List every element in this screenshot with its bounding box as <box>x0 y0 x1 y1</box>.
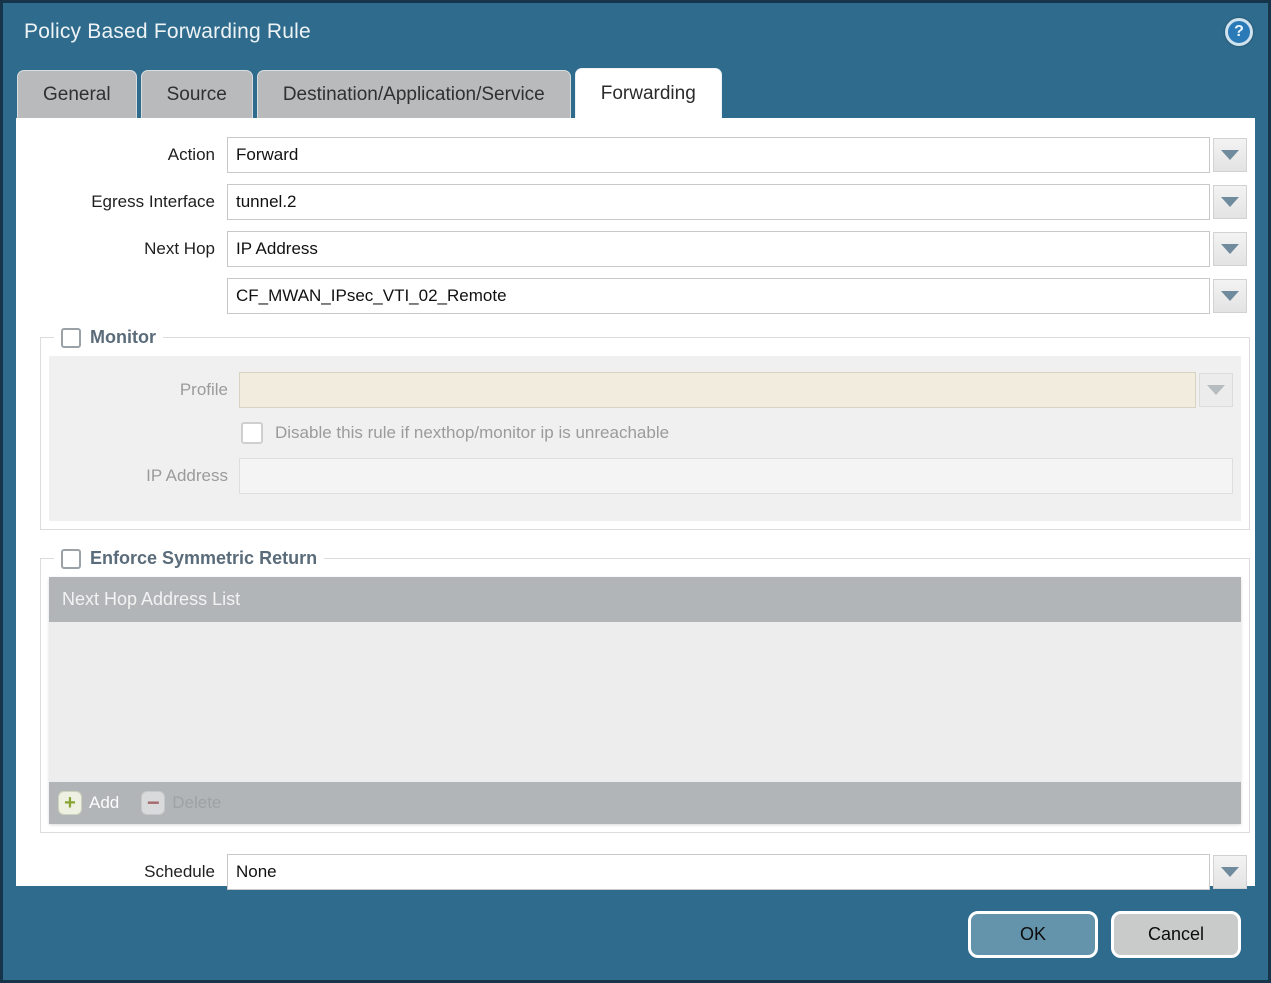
next-hop-address-list-header: Next Hop Address List <box>49 577 1241 622</box>
next-hop-address-select[interactable]: CF_MWAN_IPsec_VTI_02_Remote <box>227 278 1210 314</box>
monitor-ip-address-label: IP Address <box>49 466 239 486</box>
egress-interface-label: Egress Interface <box>16 192 227 212</box>
next-hop-address-dropdown-button[interactable] <box>1213 279 1247 313</box>
tab-destination-application-service[interactable]: Destination/Application/Service <box>257 70 571 118</box>
schedule-select[interactable]: None <box>227 854 1210 890</box>
ok-button[interactable]: OK <box>968 911 1098 958</box>
dialog-footer: OK Cancel <box>3 886 1268 958</box>
monitor-checkbox[interactable] <box>61 328 81 348</box>
next-hop-address-row: CF_MWAN_IPsec_VTI_02_Remote <box>16 278 1247 314</box>
dialog-titlebar: Policy Based Forwarding Rule ? <box>3 3 1268 68</box>
egress-interface-dropdown-button[interactable] <box>1213 185 1247 219</box>
schedule-label: Schedule <box>16 862 227 882</box>
help-icon[interactable]: ? <box>1225 18 1253 46</box>
egress-interface-row: Egress Interface tunnel.2 <box>16 184 1247 220</box>
enforce-symmetric-return-checkbox[interactable] <box>61 549 81 569</box>
enforce-symmetric-return-legend: Enforce Symmetric Return <box>54 548 324 569</box>
delete-button-label: Delete <box>172 793 221 813</box>
action-dropdown-button[interactable] <box>1213 138 1247 172</box>
tab-forwarding[interactable]: Forwarding <box>575 68 722 118</box>
minus-icon: − <box>141 791 165 815</box>
enforce-symmetric-return-section: Enforce Symmetric Return Next Hop Addres… <box>40 548 1250 833</box>
dialog-title: Policy Based Forwarding Rule <box>24 20 311 44</box>
monitor-ip-address-row: IP Address <box>49 458 1233 494</box>
tab-source[interactable]: Source <box>141 70 253 118</box>
action-select[interactable]: Forward <box>227 137 1210 173</box>
next-hop-type-select[interactable]: IP Address <box>227 231 1210 267</box>
monitor-ip-address-input <box>239 458 1233 494</box>
schedule-row: Schedule None <box>16 854 1247 890</box>
next-hop-label: Next Hop <box>16 239 227 259</box>
monitor-panel: Profile Disable this rule if nexthop/mon… <box>49 356 1241 521</box>
chevron-down-icon <box>1221 291 1239 301</box>
chevron-down-icon <box>1221 867 1239 877</box>
disable-rule-checkbox <box>241 422 263 444</box>
cancel-button[interactable]: Cancel <box>1111 911 1241 958</box>
disable-rule-label: Disable this rule if nexthop/monitor ip … <box>275 423 669 443</box>
enforce-symmetric-return-legend-label: Enforce Symmetric Return <box>90 548 317 569</box>
profile-dropdown-button <box>1199 373 1233 407</box>
next-hop-row: Next Hop IP Address <box>16 231 1247 267</box>
next-hop-address-list-body[interactable] <box>49 622 1241 782</box>
add-button[interactable]: + Add <box>58 791 119 815</box>
profile-select <box>239 372 1196 408</box>
profile-row: Profile <box>49 372 1233 408</box>
chevron-down-icon <box>1221 244 1239 254</box>
tab-bar: General Source Destination/Application/S… <box>3 68 1268 118</box>
egress-interface-select[interactable]: tunnel.2 <box>227 184 1210 220</box>
disable-rule-row: Disable this rule if nexthop/monitor ip … <box>241 422 1233 444</box>
schedule-dropdown-button[interactable] <box>1213 855 1247 889</box>
add-button-label: Add <box>89 793 119 813</box>
delete-button: − Delete <box>141 791 221 815</box>
policy-based-forwarding-rule-dialog: Policy Based Forwarding Rule ? General S… <box>0 0 1271 983</box>
forwarding-tab-panel: Action Forward Egress Interface tunnel.2… <box>16 118 1255 886</box>
monitor-legend: Monitor <box>54 327 163 348</box>
action-row: Action Forward <box>16 137 1247 173</box>
chevron-down-icon <box>1221 197 1239 207</box>
action-label: Action <box>16 145 227 165</box>
chevron-down-icon <box>1207 385 1225 395</box>
next-hop-address-list-table: Next Hop Address List + Add − Delete <box>49 577 1241 824</box>
next-hop-dropdown-button[interactable] <box>1213 232 1247 266</box>
next-hop-address-list-toolbar: + Add − Delete <box>49 782 1241 824</box>
plus-icon: + <box>58 791 82 815</box>
monitor-legend-label: Monitor <box>90 327 156 348</box>
chevron-down-icon <box>1221 150 1239 160</box>
monitor-section: Monitor Profile Disable this rule if nex… <box>40 327 1250 530</box>
tab-general[interactable]: General <box>17 70 137 118</box>
profile-label: Profile <box>49 380 239 400</box>
